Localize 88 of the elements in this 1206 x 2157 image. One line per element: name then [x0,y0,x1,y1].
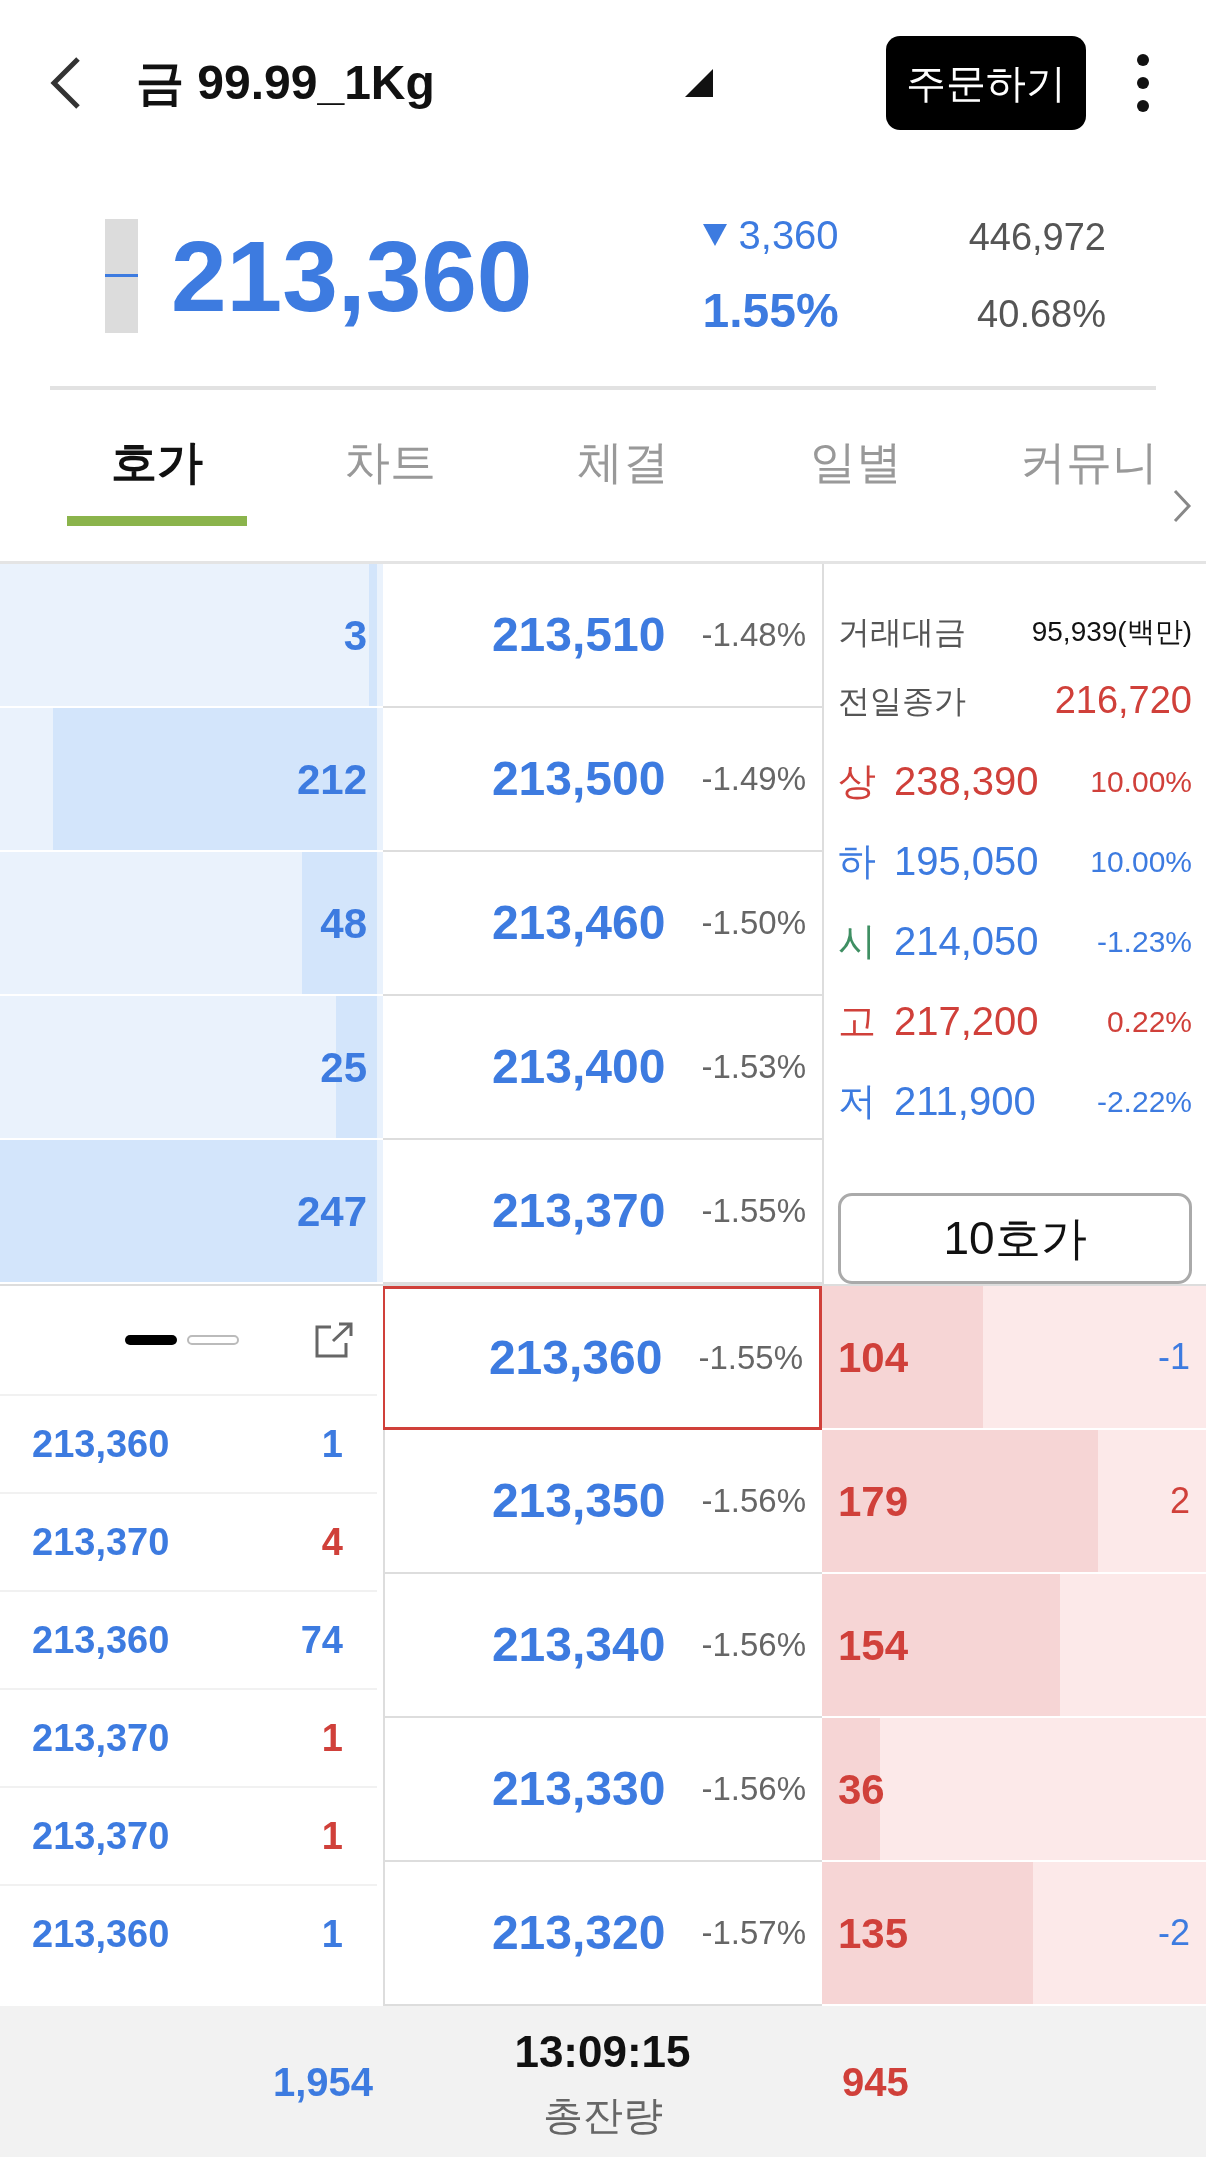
volume-rate: 40.68% [977,291,1106,337]
bid-quantity: 135 [838,1908,909,1959]
bid-quantity: 36 [838,1764,885,1815]
tab[interactable]: 체결 [533,408,713,526]
bid-price: 213,330 [491,1761,666,1817]
price-gauge-icon [105,218,138,333]
tab[interactable]: 호가 [66,408,247,526]
bid-quantity: 104 [838,1332,909,1383]
trade-volume: 446,972 [968,214,1106,260]
price-value: 211,900 [894,1078,1036,1125]
price-rate: 0.22% [1106,1003,1192,1040]
ask-price: 213,460 [491,895,666,951]
ask-price: 213,400 [491,1039,666,1095]
bid-quantity: 179 [838,1476,909,1527]
bid-rate: -1.56% [701,1481,806,1522]
bid-price: 213,350 [491,1473,666,1529]
total-balance-label: 총잔량 [542,2091,663,2139]
tick-price: 213,360 [32,1911,170,1957]
order-button[interactable]: 주문하기 [886,35,1086,130]
bid-quantity: 154 [838,1620,909,1671]
price-change: 3,360 [738,211,839,259]
tick-price: 213,370 [32,1813,170,1859]
price-label: 시 [838,918,877,964]
quantity-change: 2 [1169,1479,1190,1523]
dropdown-icon[interactable] [684,68,713,97]
tick-quantity: 4 [321,1519,343,1565]
bid-price: 213,360 [488,1330,663,1386]
change-rate: 1.55% [702,282,839,339]
price-label: 하 [838,838,877,884]
depth-button[interactable]: 10호가 [838,1193,1192,1284]
bid-total: 945 [842,2058,909,2106]
bid-rate: -1.56% [701,1625,806,1666]
tick-quantity: 1 [321,1911,343,1957]
price-rate: -1.23% [1096,923,1192,960]
bid-rate: -1.56% [701,1769,806,1810]
price-label: 상 [838,758,877,804]
ask-rate: -1.49% [701,759,806,800]
external-link-icon[interactable] [313,1321,355,1359]
tick-quantity: 74 [300,1617,343,1663]
price-value: 238,390 [894,758,1039,805]
ask-quantity: 25 [320,1042,367,1093]
time: 13:09:15 [514,2025,691,2078]
price-value: 195,050 [894,838,1039,885]
tick-price: 213,360 [32,1421,170,1467]
ask-price: 213,510 [491,607,666,663]
price-rate: 10.00% [1090,843,1192,880]
tab[interactable]: 일별 [766,408,947,526]
price-rate: -2.22% [1096,1083,1192,1120]
ask-quantity: 3 [343,610,367,661]
trade-amount-label: 거래대금 [838,613,966,652]
down-triangle-icon [702,223,727,246]
price-value: 217,200 [894,998,1039,1045]
ask-rate: -1.53% [701,1047,806,1088]
quantity-change: -2 [1158,1911,1190,1955]
trade-amount: 95,939(백만) [1031,615,1192,649]
tab[interactable]: 차트 [299,408,480,526]
price-label: 고 [838,998,877,1044]
ask-rate: -1.48% [701,615,806,656]
ask-rate: -1.50% [701,903,806,944]
tick-price: 213,360 [32,1617,170,1663]
bid-price: 213,320 [491,1905,666,1961]
ask-price: 213,500 [491,751,666,807]
ask-rate: -1.55% [701,1191,806,1232]
ask-total: 1,954 [272,2058,373,2106]
tab[interactable]: 커뮤니 [999,408,1180,526]
prev-close-label: 전일종가 [838,681,966,721]
price-value: 214,050 [894,918,1039,965]
bid-price: 213,340 [491,1617,666,1673]
more-icon[interactable] [1136,52,1150,113]
tick-price: 213,370 [32,1519,170,1565]
price-rate: 10.00% [1090,763,1192,800]
chevron-right-icon[interactable] [1172,488,1192,524]
bid-rate: -1.57% [701,1913,806,1954]
product-title: 금 99.99_1Kg [136,54,435,111]
ask-quantity: 48 [320,898,367,949]
ask-quantity: 247 [296,1186,367,1237]
tick-quantity: 1 [321,1715,343,1761]
prev-close: 216,720 [1054,678,1192,723]
price-label: 저 [838,1078,877,1124]
current-price: 213,360 [171,218,533,334]
tick-price: 213,370 [32,1715,170,1761]
ask-price: 213,370 [491,1183,666,1239]
tick-quantity: 1 [321,1421,343,1467]
ask-quantity: 212 [296,754,367,805]
quantity-change: -1 [1158,1335,1190,1379]
tick-quantity: 1 [321,1813,343,1859]
bid-rate: -1.55% [698,1338,803,1379]
page-indicator[interactable] [125,1335,177,1345]
